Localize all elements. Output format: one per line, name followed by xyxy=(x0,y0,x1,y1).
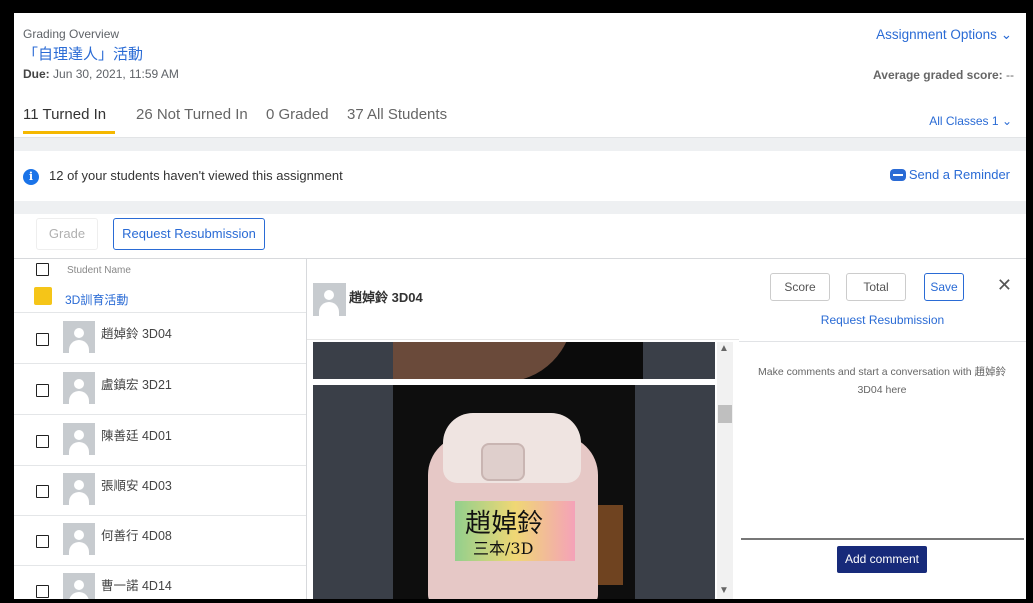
comment-prompt: Make comments and start a conversation w… xyxy=(757,366,1006,396)
scrollbar-thumb[interactable] xyxy=(718,405,732,423)
student-checkbox[interactable] xyxy=(36,384,49,397)
breadcrumb[interactable]: Grading Overview xyxy=(23,27,119,41)
preview-student-name: 趙婥鈴 3D04 xyxy=(349,290,423,305)
select-all-checkbox[interactable] xyxy=(36,263,49,276)
due-date: Due: Jun 30, 2021, 11:59 AM xyxy=(23,67,179,81)
scroll-down-icon[interactable]: ▼ xyxy=(719,585,729,596)
assignment-options-label: Assignment Options xyxy=(876,27,997,42)
request-resubmission-link[interactable]: Request Resubmission xyxy=(739,313,1026,327)
divider xyxy=(14,201,1026,214)
tab-not-turned-in[interactable]: 26 Not Turned In xyxy=(136,106,248,123)
avatar xyxy=(63,423,95,455)
student-checkbox[interactable] xyxy=(36,485,49,498)
all-classes-label: All Classes xyxy=(929,114,989,128)
score-input[interactable]: Score xyxy=(770,273,830,301)
student-checkbox[interactable] xyxy=(36,333,49,346)
avatar xyxy=(63,372,95,404)
all-classes-count: 1 xyxy=(991,114,999,128)
student-row[interactable]: 張順安 4D03 xyxy=(14,465,306,516)
student-name: 何善行 4D08 xyxy=(101,529,172,543)
student-checkbox[interactable] xyxy=(36,535,49,548)
comment-input-line[interactable] xyxy=(741,538,1024,540)
student-name: 趙婥鈴 3D04 xyxy=(101,327,172,341)
send-reminder-label: Send a Reminder xyxy=(908,167,1010,182)
banner-message: 12 of your students haven't viewed this … xyxy=(49,168,343,183)
add-comment-button[interactable]: Add comment xyxy=(837,546,927,573)
submission-photo[interactable] xyxy=(313,342,715,379)
divider xyxy=(307,339,739,340)
class-group-label: 3D訓育活動 xyxy=(65,293,129,307)
average-score-label: Average graded score: xyxy=(873,68,1003,82)
chevron-down-icon: ⌄ xyxy=(1001,114,1012,128)
grading-app: Grading Overview 「自理達人」活動 Due: Jun 30, 2… xyxy=(14,13,1026,599)
student-checkbox[interactable] xyxy=(36,585,49,598)
tab-graded[interactable]: 0 Graded xyxy=(266,106,329,123)
avatar xyxy=(63,523,95,555)
student-checkbox[interactable] xyxy=(36,435,49,448)
average-score-value: -- xyxy=(1006,68,1014,82)
student-row[interactable]: 趙婥鈴 3D04 xyxy=(14,313,306,364)
submission-photo[interactable]: 趙婥鈴 三本/3D xyxy=(313,385,715,599)
avatar xyxy=(63,473,95,505)
student-row[interactable]: 何善行 4D08 xyxy=(14,515,306,566)
sticker-text-class: 三本/3D xyxy=(473,539,534,558)
avatar xyxy=(63,573,95,599)
request-resubmission-button[interactable]: Request Resubmission xyxy=(113,218,265,250)
student-name: 張順安 4D03 xyxy=(101,479,172,493)
save-button[interactable]: Save xyxy=(924,273,964,301)
send-reminder-link[interactable]: Send a Reminder xyxy=(889,167,1010,182)
bottle-photo-hinge xyxy=(481,443,525,481)
student-row[interactable]: 曹一諾 4D14 xyxy=(14,565,306,599)
grade-button[interactable]: Grade xyxy=(36,218,98,250)
tab-all-students[interactable]: 37 All Students xyxy=(347,106,447,123)
tab-turned-in[interactable]: 11 Turned In xyxy=(23,106,106,123)
avatar xyxy=(63,321,95,353)
divider xyxy=(14,137,1026,152)
class-color-badge xyxy=(34,287,52,305)
student-row[interactable]: 盧鎮宏 3D21 xyxy=(14,364,306,415)
average-graded-score: Average graded score: -- xyxy=(873,68,1014,82)
student-name-header[interactable]: Student Name xyxy=(67,265,131,276)
chevron-down-icon: ⌄ xyxy=(1000,27,1012,42)
close-icon[interactable]: ✕ xyxy=(997,275,1012,296)
due-value: Jun 30, 2021, 11:59 AM xyxy=(53,67,179,81)
submission-preview: 趙婥鈴 3D04 趙婥鈴 三本/3D ▲ ▼ xyxy=(306,259,740,599)
total-input[interactable]: Total xyxy=(846,273,906,301)
student-row[interactable]: 陳善廷 4D01 xyxy=(14,415,306,466)
all-classes-filter[interactable]: All Classes 1 ⌄ xyxy=(929,114,1012,128)
active-tab-indicator xyxy=(23,131,115,134)
assignment-title: 「自理達人」活動 xyxy=(23,46,144,63)
assignment-options-button[interactable]: Assignment Options ⌄ xyxy=(876,27,1012,43)
comments-panel: Score Total Save ✕ Request Resubmission … xyxy=(739,259,1026,599)
scroll-up-icon[interactable]: ▲ xyxy=(719,343,729,354)
divider xyxy=(739,341,1026,342)
due-label: Due: xyxy=(23,67,50,81)
student-name: 陳善廷 4D01 xyxy=(101,429,172,443)
student-list: Student Name 3D訓育活動 趙婥鈴 3D04 盧鎮宏 3D21 陳善… xyxy=(14,259,306,599)
avatar xyxy=(313,283,346,316)
student-name: 盧鎮宏 3D21 xyxy=(101,378,172,392)
student-name: 曹一諾 4D14 xyxy=(101,579,172,593)
info-icon: i xyxy=(23,169,39,185)
chat-bubble-icon xyxy=(889,169,906,181)
preview-scrollbar[interactable] xyxy=(717,342,733,599)
